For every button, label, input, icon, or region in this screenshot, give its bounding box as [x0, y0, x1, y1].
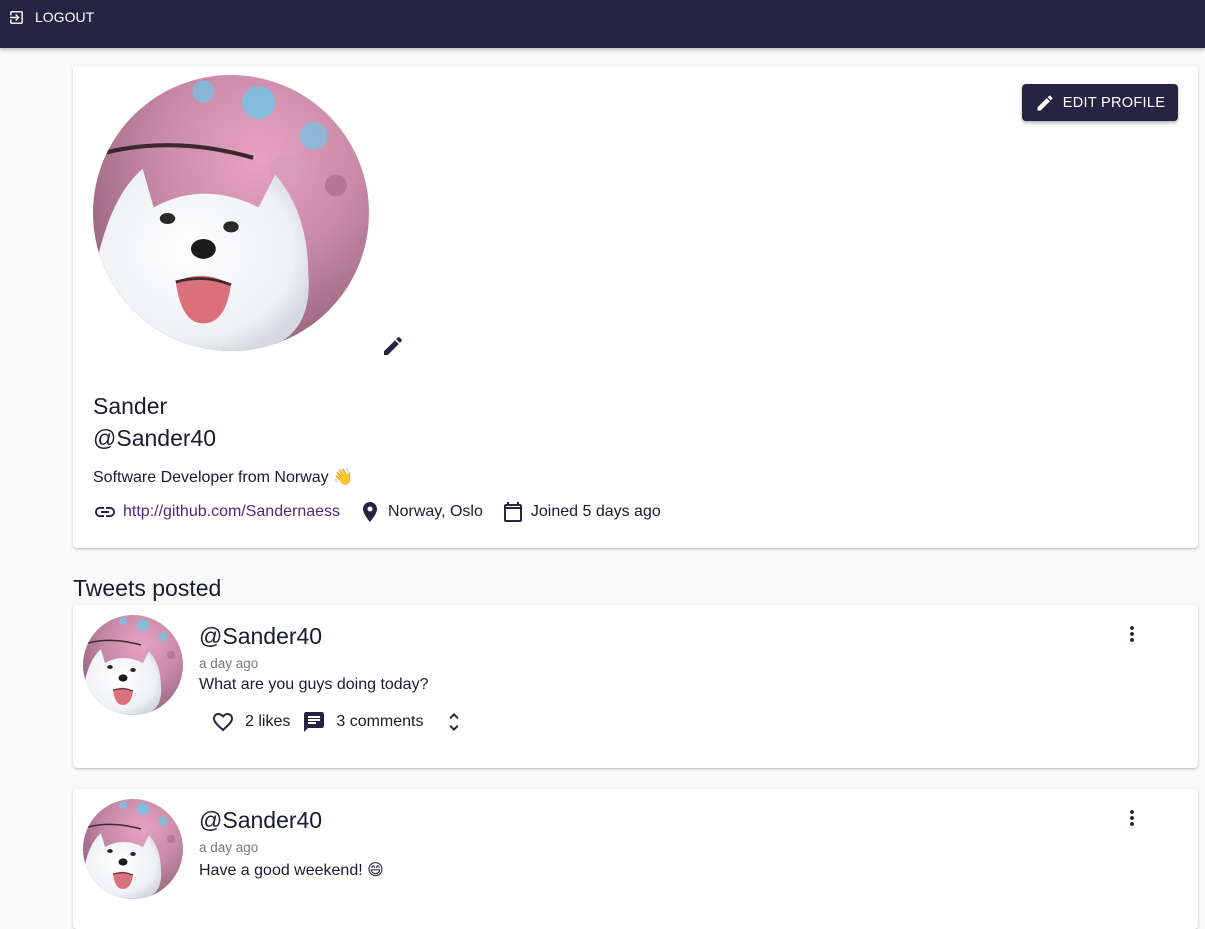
edit-avatar-button[interactable] [381, 334, 405, 358]
location-icon [363, 502, 378, 522]
logout-label: LOGOUT [35, 9, 95, 25]
tweet-text-body: Have a good weekend! [199, 862, 363, 879]
link-icon [95, 507, 115, 517]
profile-name: Sander [93, 393, 168, 419]
logout-button[interactable]: LOGOUT [8, 8, 94, 26]
joined-text: Joined 5 days ago [530, 503, 661, 520]
tweet-card: @Sander40 a day ago What are you guys do… [73, 605, 1198, 768]
tweet-card: @Sander40 a day ago Have a good weekend!… [73, 789, 1198, 929]
tweet-text: What are you guys doing today? [199, 676, 428, 694]
tweet-more-button[interactable] [1120, 806, 1144, 830]
more-vert-icon [1130, 810, 1134, 826]
logout-icon [10, 10, 23, 24]
comment-icon [304, 712, 325, 732]
expand-button[interactable] [442, 710, 466, 734]
edit-icon [1037, 94, 1053, 110]
location-item: Norway, Oslo [358, 500, 483, 524]
edit-profile-label: EDIT PROFILE [1062, 94, 1166, 111]
profile-meta: http://github.com/Sandernaess Norway, Os… [93, 499, 679, 525]
tweet-emoji: 😄 [367, 860, 384, 879]
tweet-time: a day ago [199, 656, 259, 671]
tweet-avatar[interactable] [83, 799, 183, 899]
bio-text: Software Developer from Norway [93, 469, 329, 486]
tweet-handle[interactable]: @Sander40 [199, 807, 322, 834]
website-item: http://github.com/Sandernaess [93, 500, 340, 524]
expand-icon [448, 713, 459, 731]
app-bar: LOGOUT [0, 0, 1205, 48]
joined-item: Joined 5 days ago [501, 500, 661, 524]
pencil-icon [384, 336, 403, 355]
bio-emoji: 👋 [333, 467, 354, 486]
profile-bio: Software Developer from Norway 👋 [93, 467, 353, 487]
section-title: Tweets posted [73, 575, 222, 601]
tweet-text-body: What are you guys doing today? [199, 676, 429, 693]
profile-handle: @Sander40 [93, 425, 217, 451]
tweet-avatar[interactable] [83, 615, 183, 715]
tweet-more-button[interactable] [1120, 622, 1144, 646]
comments-button[interactable]: 3 comments [302, 710, 424, 734]
tweet-actions: 2 likes 3 comments [211, 709, 466, 735]
edit-profile-button[interactable]: EDIT PROFILE [1022, 84, 1178, 121]
profile-avatar [93, 75, 369, 351]
comments-count: 3 comments [336, 713, 424, 730]
website-link[interactable]: http://github.com/Sandernaess [123, 503, 340, 521]
tweet-handle[interactable]: @Sander40 [199, 623, 322, 650]
like-button[interactable]: 2 likes [211, 710, 290, 734]
calendar-icon [503, 502, 522, 522]
tweet-text: Have a good weekend! 😄 [199, 860, 384, 880]
location-text: Norway, Oslo [388, 503, 483, 520]
likes-count: 2 likes [245, 713, 291, 730]
heart-icon [213, 713, 233, 732]
tweet-time: a day ago [199, 840, 259, 855]
more-vert-icon [1130, 626, 1134, 642]
profile-card: EDIT PROFILE Sander @Sander40 Software D… [73, 66, 1198, 548]
